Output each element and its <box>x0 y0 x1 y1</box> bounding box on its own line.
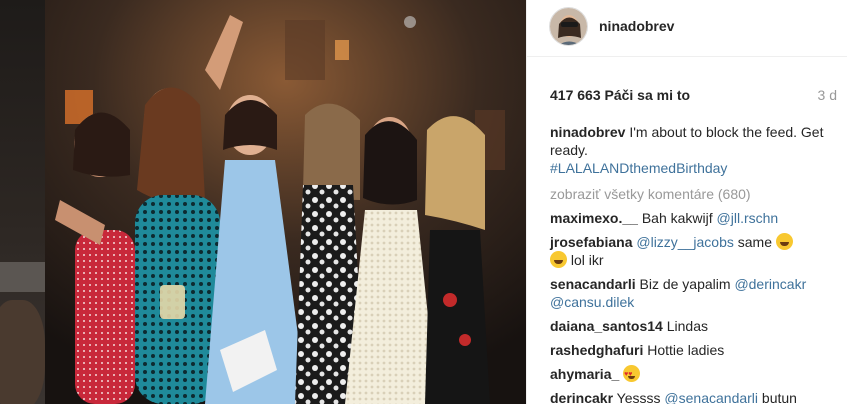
list-item: senacandarli Biz de yapalim @derincakr @… <box>550 275 840 311</box>
comment-username[interactable]: daiana_santos14 <box>550 318 663 334</box>
caption-hashtag[interactable]: #LALALANDthemedBirthday <box>550 160 727 176</box>
background-overlay[interactable] <box>0 0 45 404</box>
heart-eyes-icon <box>623 365 641 384</box>
list-item: rashedghafuri Hottie ladies <box>550 341 840 359</box>
comment-username[interactable]: ahymaria_ <box>550 366 619 382</box>
caption: ninadobrev I'm about to block the feed. … <box>550 123 840 177</box>
comment-text: Yessss <box>613 390 665 404</box>
comment-text-tail: lol ikr <box>567 252 604 268</box>
comment-text: Bah kakwijf <box>637 210 717 226</box>
list-item: ahymaria_ <box>550 365 840 384</box>
comments-list: ninadobrev I'm about to block the feed. … <box>550 123 840 404</box>
comment-mention[interactable]: @senacandarli <box>664 390 758 404</box>
comment-username[interactable]: jrosefabiana <box>550 234 632 250</box>
face-with-tears-of-joy-icon <box>775 233 793 250</box>
list-item: jrosefabiana @lizzy__jacobs same lol ikr <box>550 233 840 269</box>
party-photo-illustration <box>45 0 526 404</box>
comment-username[interactable]: senacandarli <box>550 276 636 292</box>
list-item: maximexo.__ Bah kakwijf @jll.rschn <box>550 209 840 227</box>
instagram-post-modal: ninadobrev 417 663 Páči sa mi to 3 d nin… <box>0 0 847 404</box>
view-all-comments-label: zobraziť všetky komentáre (680) <box>550 186 751 202</box>
caption-username[interactable]: ninadobrev <box>550 124 625 140</box>
background-shape <box>0 300 45 404</box>
like-count[interactable]: 417 663 Páči sa mi to <box>550 87 690 103</box>
post-author-username[interactable]: ninadobrev <box>599 18 674 34</box>
comment-username[interactable]: rashedghafuri <box>550 342 643 358</box>
avatar-icon <box>550 8 587 45</box>
comment-username[interactable]: maximexo.__ <box>550 210 638 226</box>
comment-text: Hottie ladies <box>643 342 725 358</box>
post-photo[interactable] <box>45 0 526 404</box>
profile-avatar[interactable] <box>549 7 588 46</box>
view-all-comments-link[interactable]: zobraziť všetky komentáre (680) <box>550 185 840 203</box>
comment-mention[interactable]: @derincakr <box>734 276 806 292</box>
post-header: ninadobrev <box>527 0 847 57</box>
list-item: daiana_santos14 Lindas <box>550 317 840 335</box>
comment-mention-2[interactable]: @cansu.dilek <box>550 294 634 310</box>
face-with-tears-of-joy-icon <box>550 251 567 268</box>
comment-username[interactable]: derincakr <box>550 390 613 404</box>
comment-text-tail: butun <box>758 390 797 404</box>
comment-mention[interactable]: @lizzy__jacobs <box>636 234 733 250</box>
comment-text: Lindas <box>662 318 708 334</box>
comment-text: Biz de yapalim <box>635 276 735 292</box>
list-item: derincakr Yessss @senacandarli butun <box>550 389 840 404</box>
previous-post-edge <box>0 262 45 292</box>
comment-text: same <box>733 234 776 250</box>
post-details-panel: ninadobrev 417 663 Páči sa mi to 3 d nin… <box>526 0 847 404</box>
post-age[interactable]: 3 d <box>818 87 837 103</box>
comment-mention[interactable]: @jll.rschn <box>717 210 779 226</box>
